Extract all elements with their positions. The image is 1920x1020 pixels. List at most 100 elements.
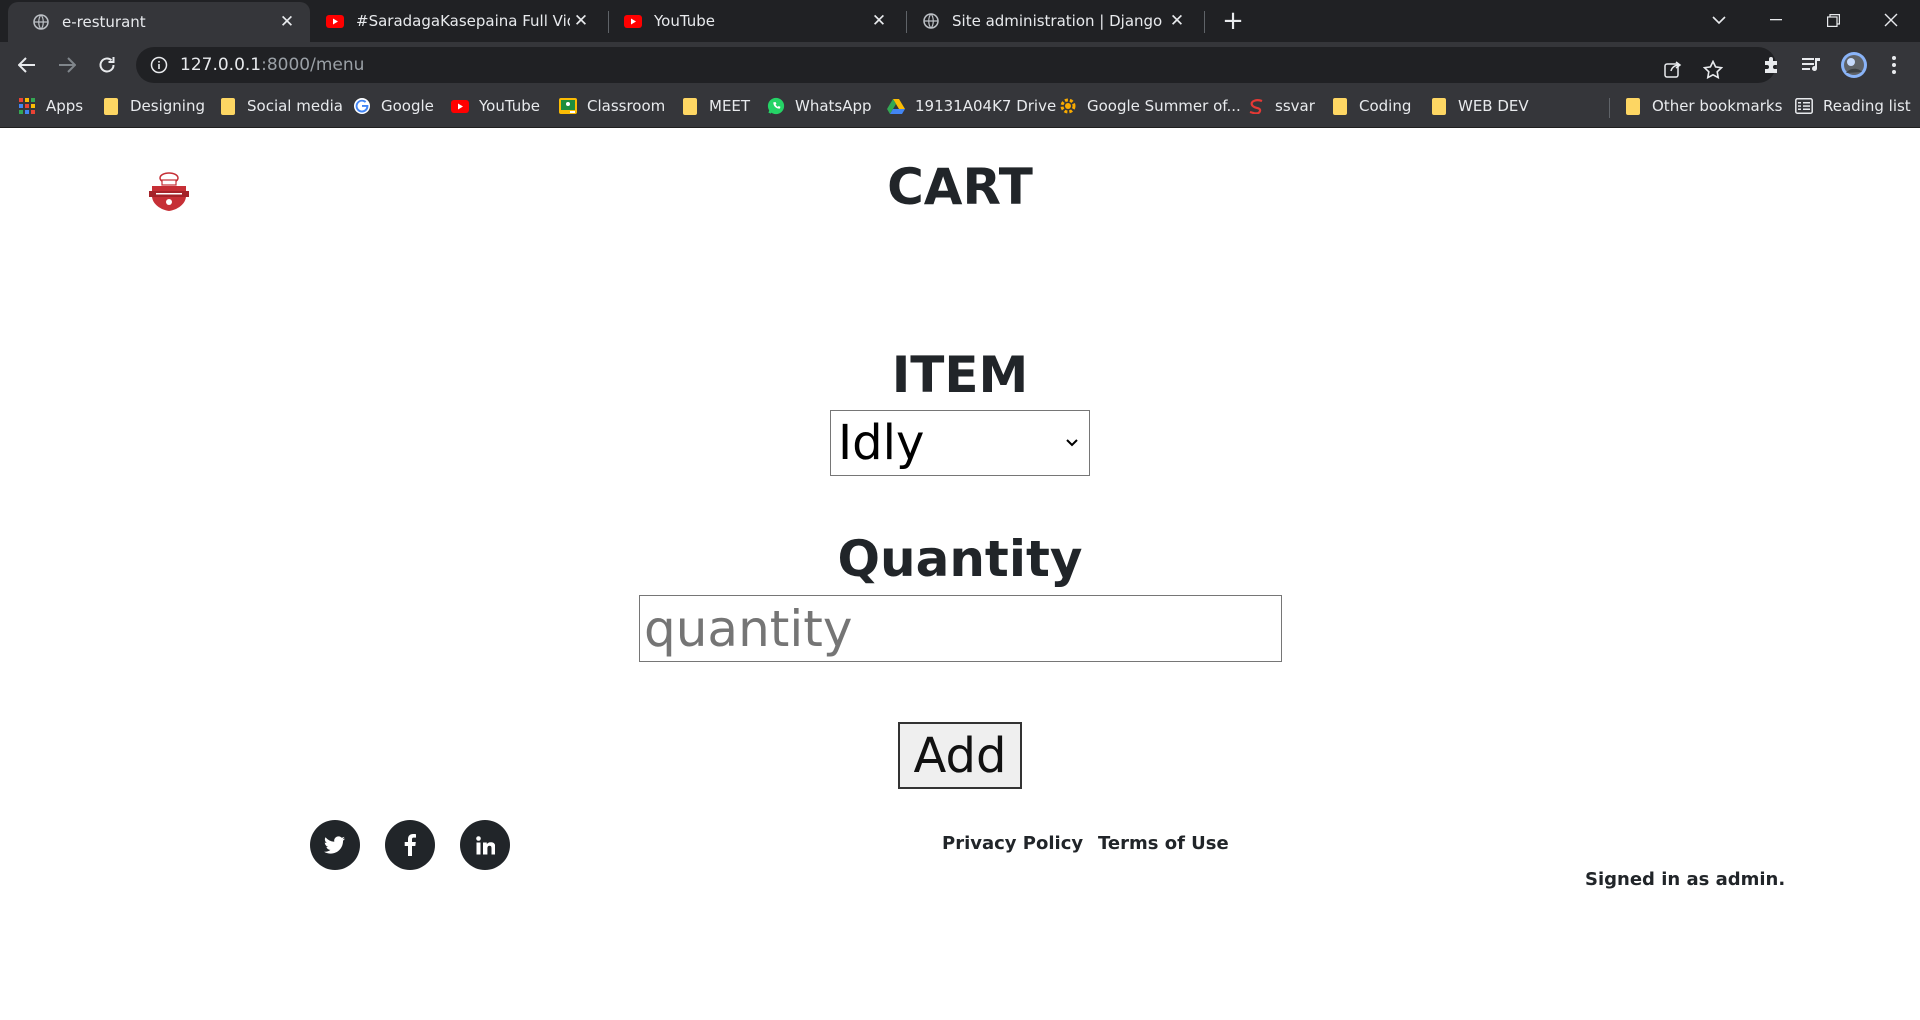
apps-grid-icon <box>18 97 36 115</box>
item-select-value: Idly <box>838 415 925 471</box>
quantity-input[interactable]: quantity <box>639 595 1282 662</box>
media-control-icon[interactable] <box>1798 51 1826 79</box>
item-select[interactable]: Idly <box>830 410 1090 476</box>
bookmarks-bar: Apps Designing Social media Google YouTu… <box>0 88 1920 128</box>
bookmark-label: 19131A04K7 Drive <box>915 97 1057 115</box>
bookmark-whatsapp[interactable]: WhatsApp <box>767 88 872 124</box>
back-arrow-icon[interactable] <box>13 51 41 79</box>
page-title: CART <box>887 158 1033 216</box>
tab-strip: e-resturant ✕ #SaradagaKasepaina Full Vi… <box>0 0 1920 42</box>
bookmark-label: Google Summer of... <box>1087 97 1241 115</box>
bookmark-classroom[interactable]: Classroom <box>559 88 665 124</box>
bookmark-label: Reading list <box>1823 97 1911 115</box>
bookmark-label: Other bookmarks <box>1652 97 1783 115</box>
tab-title: e-resturant <box>62 13 146 31</box>
bookmark-other-bookmarks[interactable]: Other bookmarks <box>1624 88 1782 124</box>
bookmark-label: WEB DEV <box>1458 97 1529 115</box>
linkedin-icon[interactable] <box>460 820 510 870</box>
tab-youtube[interactable]: YouTube ✕ <box>600 0 902 42</box>
close-window-icon[interactable] <box>1868 0 1914 40</box>
whatsapp-icon <box>767 97 785 115</box>
bookmarks-divider <box>1609 98 1610 118</box>
bookmark-label: Social media <box>247 97 343 115</box>
url-host: 127.0.0.1 <box>180 55 262 75</box>
bookmark-drive[interactable]: 19131A04K7 Drive <box>887 88 1056 124</box>
globe-icon <box>32 13 50 31</box>
item-label: ITEM <box>891 346 1029 404</box>
bookmark-label: MEET <box>709 97 751 115</box>
page-content: CART ITEM Idly Quantity quantity Add Pri… <box>0 128 1920 1020</box>
gsoc-icon <box>1059 97 1077 115</box>
bookmark-label: Google <box>381 97 434 115</box>
close-tab-icon[interactable]: ✕ <box>570 10 592 32</box>
close-tab-icon[interactable]: ✕ <box>1166 10 1188 32</box>
bookmark-ssvar[interactable]: ssvar <box>1247 88 1315 124</box>
tab-e-resturant[interactable]: e-resturant ✕ <box>8 2 310 42</box>
bookmark-social-media[interactable]: Social media <box>219 88 343 124</box>
bookmark-google[interactable]: Google <box>353 88 434 124</box>
close-tab-icon[interactable]: ✕ <box>868 10 890 32</box>
terms-of-use-link[interactable]: Terms of Use <box>1098 833 1229 854</box>
url-path: :8000/menu <box>261 55 365 75</box>
bookmark-label: Coding <box>1359 97 1412 115</box>
quantity-placeholder: quantity <box>644 599 853 658</box>
tab-title: #SaradagaKasepaina Full Video S <box>356 12 570 30</box>
bookmark-label: Designing <box>130 97 205 115</box>
google-icon <box>353 97 371 115</box>
twitter-icon[interactable] <box>310 820 360 870</box>
bookmark-label: ssvar <box>1275 97 1315 115</box>
bookmark-apps[interactable]: Apps <box>18 88 83 124</box>
privacy-policy-link[interactable]: Privacy Policy <box>942 833 1083 854</box>
tab-django-admin[interactable]: Site administration | Django site a ✕ <box>898 0 1200 42</box>
profile-avatar[interactable] <box>1840 51 1868 79</box>
classroom-icon <box>559 97 577 115</box>
tab-title: YouTube <box>654 12 715 30</box>
quantity-label: Quantity <box>837 530 1083 588</box>
bookmark-designing[interactable]: Designing <box>102 88 205 124</box>
minimize-icon[interactable] <box>1753 0 1799 40</box>
reading-list-icon <box>1795 97 1813 115</box>
tab-saradaga-video[interactable]: #SaradagaKasepaina Full Video S ✕ <box>302 0 604 42</box>
address-bar[interactable]: 127.0.0.1:8000/menu <box>136 47 1776 83</box>
folder-icon <box>219 97 237 115</box>
drive-icon <box>887 97 905 115</box>
tab-divider <box>1204 11 1205 33</box>
browser-toolbar: 127.0.0.1:8000/menu <box>0 42 1920 88</box>
chevron-down-icon <box>1063 439 1081 447</box>
kebab-menu-icon[interactable] <box>1880 51 1908 79</box>
youtube-icon <box>451 97 469 115</box>
bookmark-label: Apps <box>46 97 84 115</box>
ssvar-icon <box>1247 97 1265 115</box>
close-tab-icon[interactable]: ✕ <box>276 11 298 33</box>
reload-icon[interactable] <box>93 51 121 79</box>
tab-search-icon[interactable] <box>1696 0 1742 40</box>
folder-icon <box>1624 97 1642 115</box>
signed-in-status: Signed in as admin. <box>1585 869 1786 890</box>
add-button[interactable]: Add <box>898 722 1022 789</box>
new-tab-button[interactable]: + <box>1219 6 1247 36</box>
bookmark-web-dev[interactable]: WEB DEV <box>1430 88 1529 124</box>
folder-icon <box>1430 97 1448 115</box>
facebook-icon[interactable] <box>385 820 435 870</box>
bookmark-reading-list[interactable]: Reading list <box>1795 88 1911 124</box>
share-icon[interactable] <box>1660 56 1686 82</box>
tab-title: Site administration | Django site a <box>952 12 1166 30</box>
bookmark-label: YouTube <box>479 97 540 115</box>
extensions-icon[interactable] <box>1758 51 1786 79</box>
bookmark-meet[interactable]: MEET <box>681 88 750 124</box>
folder-icon <box>1331 97 1349 115</box>
folder-icon <box>681 97 699 115</box>
youtube-icon <box>326 12 344 30</box>
restore-icon[interactable] <box>1810 0 1856 40</box>
site-info-icon[interactable] <box>150 56 168 74</box>
bookmark-label: Classroom <box>587 97 666 115</box>
globe-icon <box>922 12 940 30</box>
bookmark-youtube[interactable]: YouTube <box>451 88 540 124</box>
youtube-icon <box>624 12 642 30</box>
folder-icon <box>102 97 120 115</box>
bookmark-star-icon[interactable] <box>1700 56 1726 82</box>
forward-arrow-icon[interactable] <box>53 51 81 79</box>
bookmark-label: WhatsApp <box>795 97 872 115</box>
bookmark-coding[interactable]: Coding <box>1331 88 1411 124</box>
bookmark-gsoc[interactable]: Google Summer of... <box>1059 88 1241 124</box>
